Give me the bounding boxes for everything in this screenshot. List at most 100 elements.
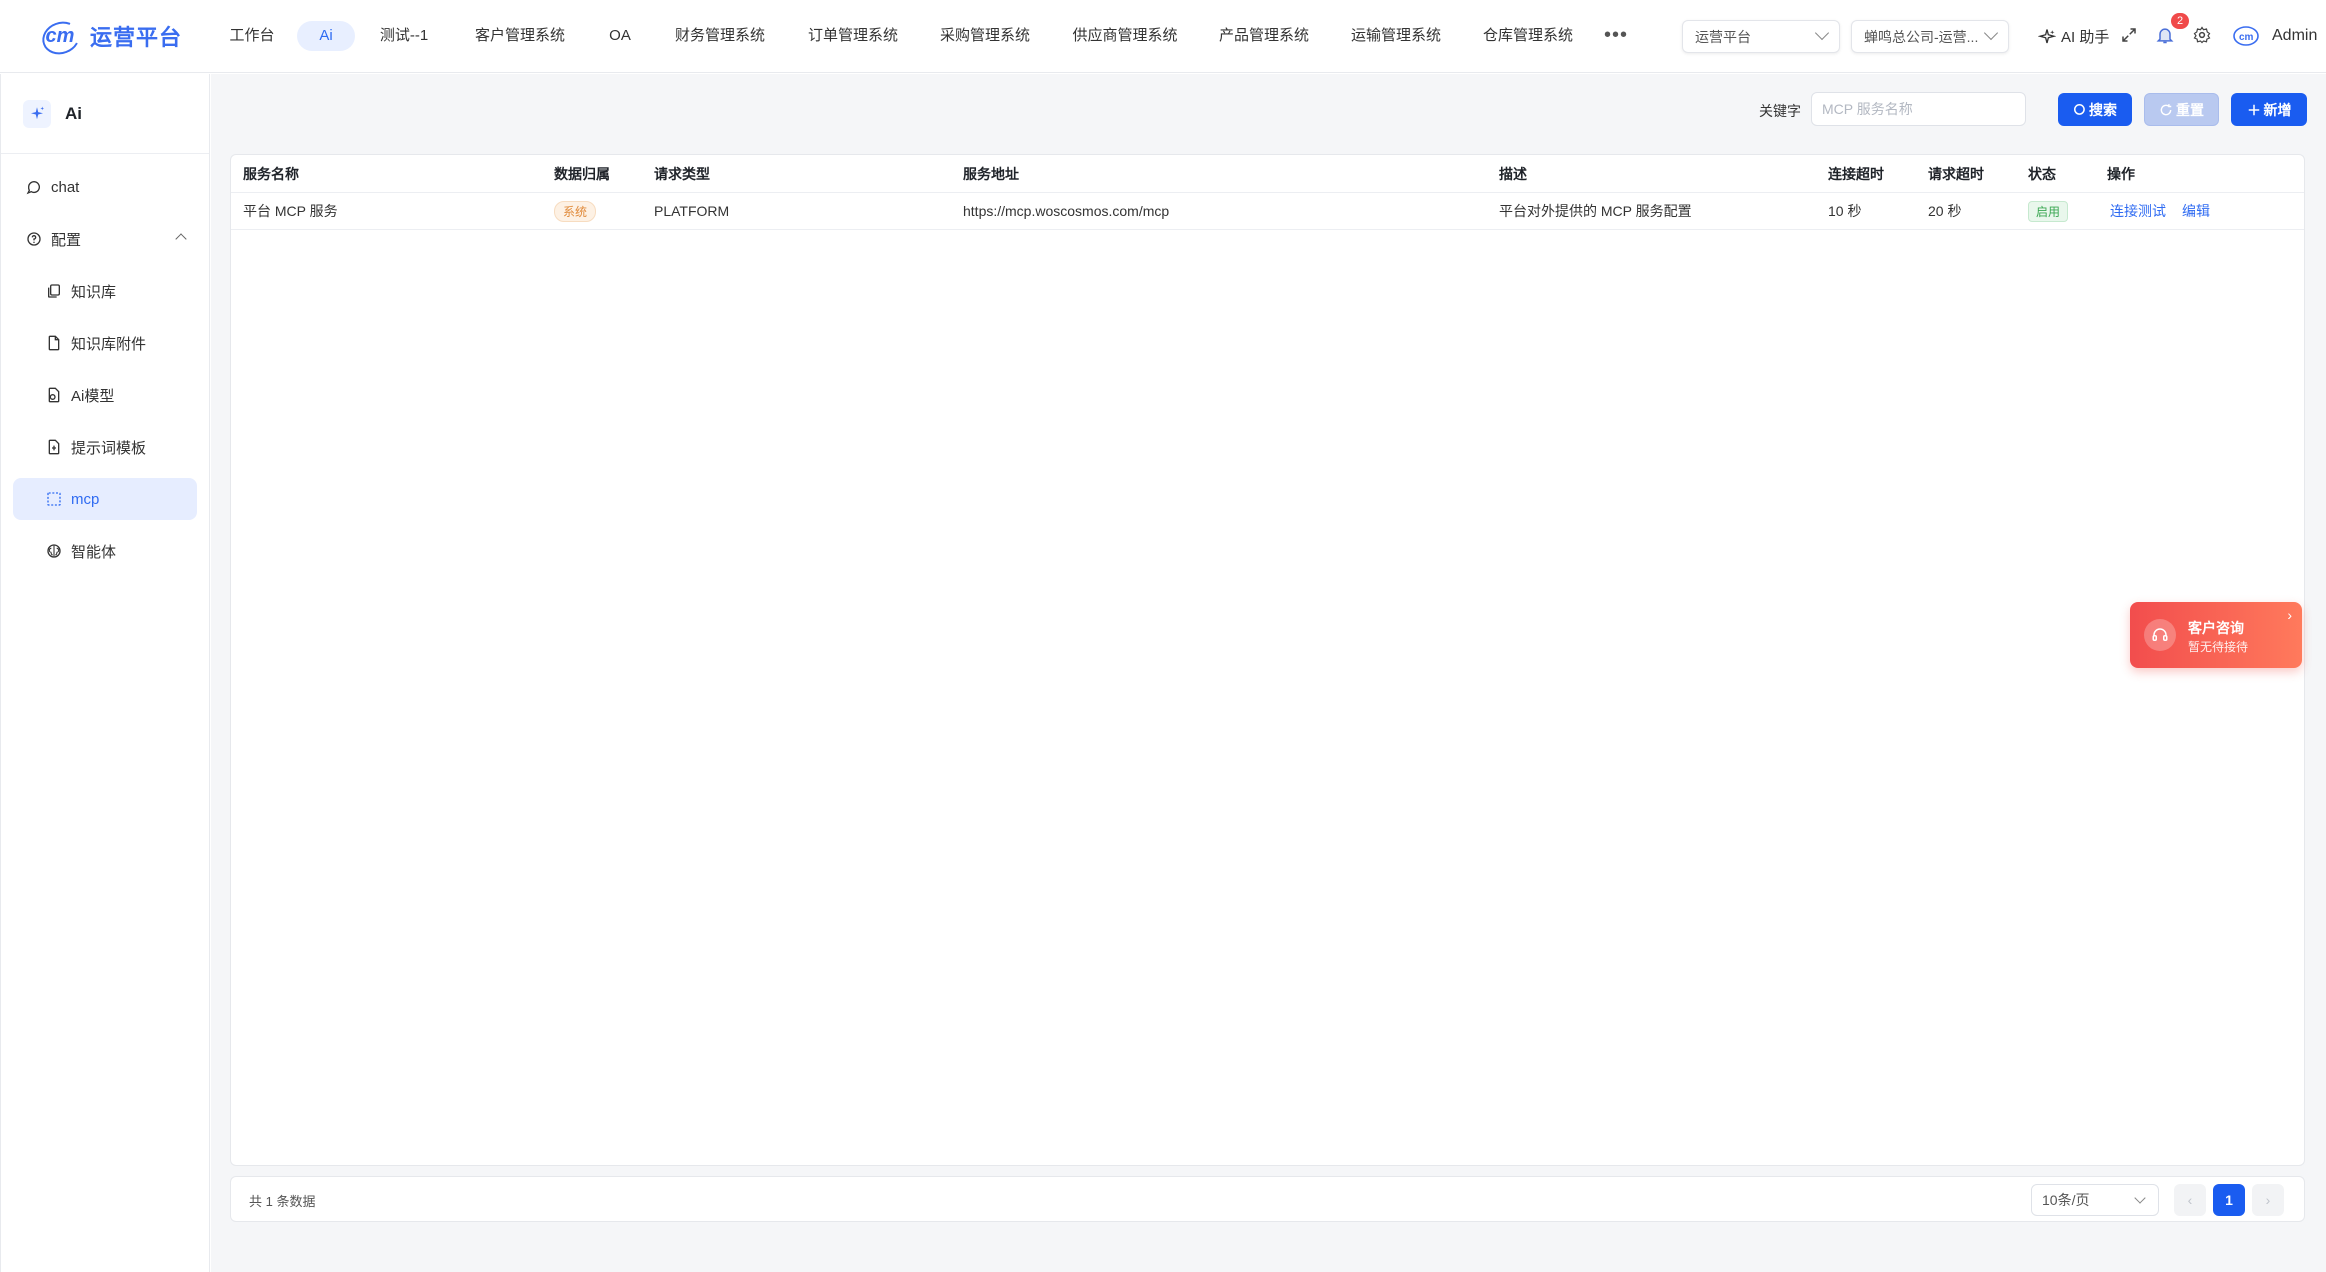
- collapse-chevron-icon[interactable]: ›: [2287, 607, 2292, 623]
- owner-tag: 系统: [554, 200, 597, 222]
- company-select-value: 蝉鸣总公司-运营...: [1864, 28, 1979, 45]
- platform-select-value: 运营平台: [1695, 28, 1751, 45]
- cell-actions: 连接测试 编辑: [2110, 193, 2226, 229]
- user-name[interactable]: Admin: [2272, 27, 2317, 45]
- sidebar-item-agent[interactable]: 智能体: [13, 530, 197, 572]
- cell-owner: 系统: [554, 193, 597, 229]
- table-header: 服务名称 数据归属 请求类型 服务地址 描述 连接超时 请求超时 状态 操作: [231, 155, 2304, 193]
- column-header-url: 服务地址: [963, 165, 1019, 182]
- column-header-status: 状态: [2028, 165, 2056, 182]
- question-circle-icon: [25, 230, 43, 248]
- customer-consult-widget[interactable]: 客户咨询 暂无待接待 ›: [2130, 602, 2302, 668]
- ai-helper-label: AI 助手: [2061, 29, 2110, 46]
- total-count: 共 1 条数据: [249, 1194, 316, 1209]
- page-size-select[interactable]: 10条/页: [2031, 1184, 2159, 1216]
- nav-item-order[interactable]: 订单管理系统: [805, 21, 901, 51]
- edit-link[interactable]: 编辑: [2182, 201, 2210, 221]
- nav-item-product[interactable]: 产品管理系统: [1216, 21, 1312, 51]
- sidebar-title: Ai: [65, 103, 82, 123]
- data-table: 服务名称 数据归属 请求类型 服务地址 描述 连接超时 请求超时 状态 操作 平…: [230, 154, 2305, 1166]
- main-content: 关键字 搜索 重置 新增 服务名称 数据归属 请求类型 服务地址 描述 连接超时…: [211, 74, 2326, 1272]
- refresh-icon: [2160, 103, 2172, 115]
- sidebar-item-ai-model[interactable]: Ai模型: [13, 374, 197, 416]
- plus-icon: [2248, 104, 2259, 115]
- next-page-button[interactable]: ›: [2252, 1184, 2284, 1216]
- sidebar-item-knowledge-base[interactable]: 知识库: [13, 270, 197, 312]
- column-header-request-timeout: 请求超时: [1928, 165, 1984, 182]
- add-button-label: 新增: [2263, 101, 2292, 118]
- sidebar-item-chat[interactable]: chat: [13, 166, 197, 208]
- nav-item-workbench[interactable]: 工作台: [222, 21, 282, 51]
- column-header-request-type: 请求类型: [654, 165, 710, 182]
- nav-item-supplier[interactable]: 供应商管理系统: [1070, 21, 1180, 51]
- chevron-down-icon: [1983, 25, 1999, 41]
- table-row: 平台 MCP 服务 系统 PLATFORM https://mcp.woscos…: [231, 193, 2304, 230]
- keyword-input[interactable]: [1811, 92, 2026, 126]
- brain-icon: [45, 542, 63, 560]
- sidebar-menu: chat 配置 知识库 知识库附件 Ai模型 提示词模板 mcp 智能体: [1, 154, 209, 572]
- model-file-icon: [45, 386, 63, 404]
- template-file-icon: [45, 438, 63, 456]
- nav-item-oa[interactable]: OA: [604, 21, 636, 51]
- ai-helper-button[interactable]: AI 助手: [2038, 26, 2109, 47]
- search-button-label: 搜索: [2089, 101, 2117, 118]
- file-icon: [45, 334, 63, 352]
- nav-item-crm[interactable]: 客户管理系统: [472, 21, 568, 51]
- sidebar-item-mcp[interactable]: mcp: [13, 478, 197, 520]
- sparkle-icon: [2038, 28, 2056, 43]
- sidebar-item-config[interactable]: 配置: [13, 218, 197, 260]
- chevron-up-icon: [175, 233, 187, 245]
- fullscreen-icon[interactable]: [2118, 24, 2140, 46]
- column-header-actions: 操作: [2107, 165, 2135, 182]
- bell-icon[interactable]: [2154, 24, 2176, 46]
- cell-url: https://mcp.woscosmos.com/mcp: [963, 203, 1170, 219]
- cell-description: 平台对外提供的 MCP 服务配置: [1499, 203, 1692, 219]
- search-icon: [2073, 103, 2085, 115]
- headset-icon: [2144, 619, 2176, 651]
- nav-item-transport[interactable]: 运输管理系统: [1348, 21, 1444, 51]
- nav-more-icon[interactable]: •••: [1604, 24, 1628, 47]
- sidebar-item-label: chat: [51, 178, 80, 196]
- consult-subtitle: 暂无待接待: [2188, 640, 2249, 654]
- nav-item-ai[interactable]: Ai: [297, 21, 355, 51]
- gear-icon[interactable]: [2191, 24, 2213, 46]
- nav-item-warehouse[interactable]: 仓库管理系统: [1480, 21, 1576, 51]
- status-badge: 启用: [2028, 200, 2069, 222]
- add-button[interactable]: 新增: [2231, 93, 2307, 126]
- main-nav: 工作台 Ai 测试--1 客户管理系统 OA 财务管理系统 订单管理系统 采购管…: [0, 0, 1660, 72]
- nav-item-test[interactable]: 测试--1: [372, 21, 436, 51]
- svg-text:cm: cm: [2239, 32, 2254, 43]
- prev-page-button[interactable]: ‹: [2174, 1184, 2206, 1216]
- sidebar-item-label: 知识库: [71, 283, 117, 301]
- column-header-name: 服务名称: [243, 165, 299, 182]
- chevron-down-icon: [2134, 1192, 2146, 1204]
- sidebar-item-label: 知识库附件: [71, 335, 147, 353]
- column-header-description: 描述: [1499, 165, 1527, 182]
- page-size-value: 10条/页: [2042, 1192, 2090, 1208]
- top-navbar: cm 运营平台 工作台 Ai 测试--1 客户管理系统 OA 财务管理系统 订单…: [0, 0, 2326, 73]
- sidebar-item-label: 智能体: [71, 543, 117, 561]
- sidebar-item-label: 配置: [51, 231, 82, 249]
- sidebar-item-label: mcp: [71, 490, 100, 508]
- consult-title: 客户咨询: [2188, 620, 2244, 636]
- nav-item-purchase[interactable]: 采购管理系统: [937, 21, 1033, 51]
- sidebar-item-knowledge-attachment[interactable]: 知识库附件: [13, 322, 197, 364]
- avatar[interactable]: cm: [2232, 22, 2260, 50]
- nav-item-finance[interactable]: 财务管理系统: [672, 21, 768, 51]
- connection-test-link[interactable]: 连接测试: [2110, 201, 2166, 221]
- cell-request-type: PLATFORM: [654, 203, 730, 219]
- column-header-connect-timeout: 连接超时: [1828, 165, 1884, 182]
- company-select[interactable]: 蝉鸣总公司-运营...: [1851, 20, 2009, 53]
- sidebar-item-label: 提示词模板: [71, 439, 147, 457]
- search-button[interactable]: 搜索: [2058, 93, 2132, 126]
- reset-button[interactable]: 重置: [2144, 93, 2219, 126]
- sidebar-item-prompt-template[interactable]: 提示词模板: [13, 426, 197, 468]
- chevron-down-icon: [1814, 25, 1830, 41]
- platform-select[interactable]: 运营平台: [1682, 20, 1840, 53]
- keyword-label: 关键字: [1759, 103, 1801, 119]
- page-button-current[interactable]: 1: [2213, 1184, 2245, 1216]
- column-header-owner: 数据归属: [554, 165, 610, 182]
- sidebar-header: Ai: [1, 74, 209, 154]
- sidebar: Ai chat 配置 知识库 知识库附件 Ai模型 提示词模板 mcp 智能体: [0, 74, 210, 1272]
- dashed-square-icon: [45, 490, 63, 508]
